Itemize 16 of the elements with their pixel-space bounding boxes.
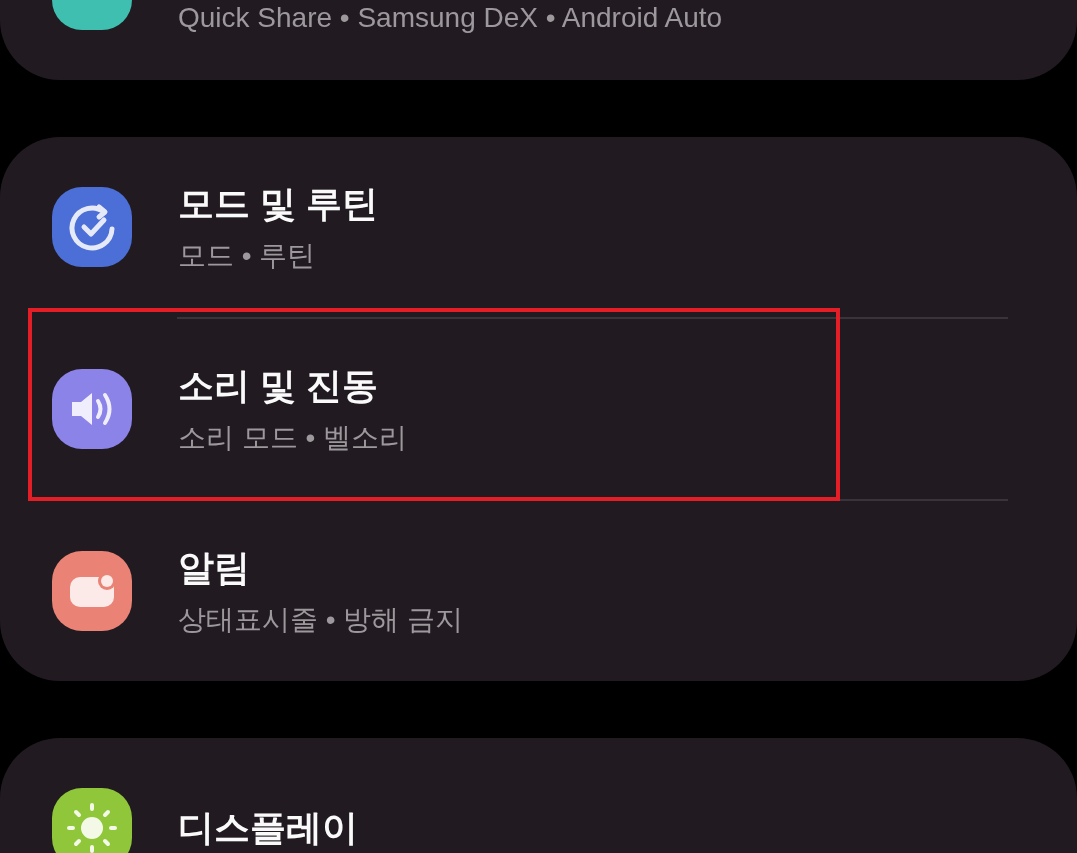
setting-subtitle: Quick Share • Samsung DeX • Android Auto (178, 2, 723, 34)
setting-title[interactable]: 모드 및 루틴 (178, 179, 378, 229)
app-icon[interactable] (52, 551, 132, 631)
setting-title[interactable]: 소리 및 진동 (178, 361, 408, 411)
check-refresh-icon (69, 204, 115, 251)
setting-title[interactable]: 디스플레이 (178, 803, 358, 853)
setting-subtitle: 모드 • 루틴 (178, 238, 317, 273)
app-icon[interactable] (52, 369, 132, 449)
notification-icon (70, 572, 116, 607)
app-icon[interactable] (52, 187, 132, 267)
sun-icon (67, 803, 117, 853)
setting-title[interactable]: 알림 (178, 543, 464, 593)
setting-subtitle: 소리 모드 • 벨소리 (178, 420, 408, 455)
app-icon[interactable] (52, 788, 132, 853)
setting-subtitle: 상태표시줄 • 방해 금지 (178, 602, 464, 637)
speaker-icon (72, 393, 112, 425)
